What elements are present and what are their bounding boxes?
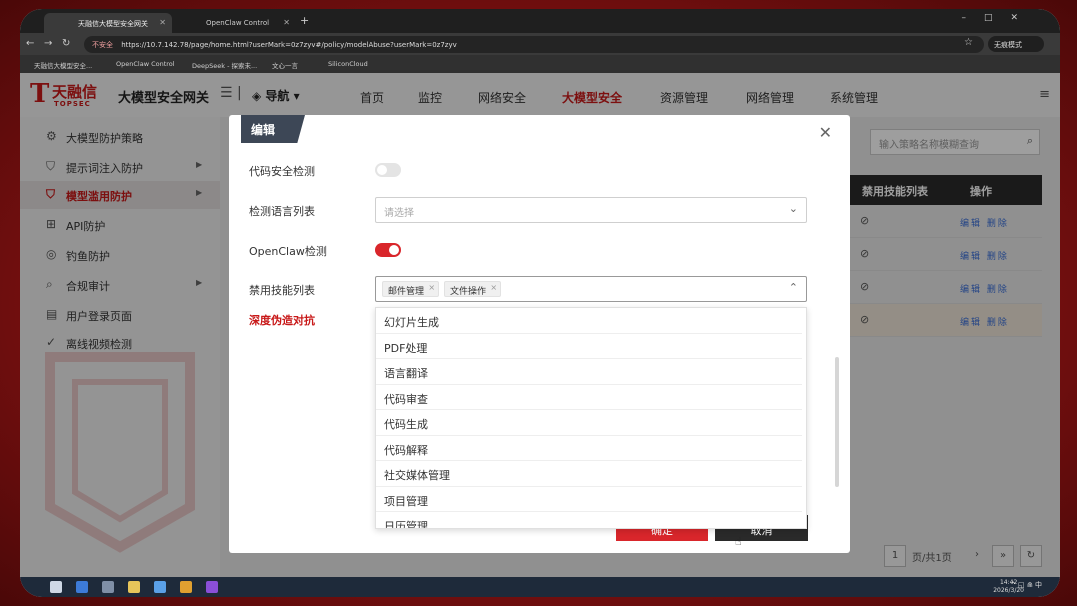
bookmarks-bar: 天融信大模型安全... OpenClaw Control DeepSeek - … — [20, 55, 1060, 73]
url-text: https://10.7.142.78/page/home.html?userM… — [121, 41, 457, 49]
banned-skills-select[interactable]: 邮件管理 × 文件操作 × ⌃ — [375, 276, 807, 302]
clock[interactable]: 14:42 2026/3/20 — [993, 579, 1024, 595]
start-icon[interactable] — [50, 581, 62, 593]
back-icon[interactable]: ← — [26, 38, 34, 49]
toggle-knob — [389, 245, 399, 255]
address-bar-row: ← → ↻ 不安全 https://10.7.142.78/page/home.… — [20, 33, 1060, 55]
chevron-down-icon: ⌄ — [788, 202, 798, 215]
browser-tab-openclaw[interactable]: OpenClaw Control ✕ — [172, 13, 296, 33]
detect-lang-label: 检测语言列表 — [249, 205, 315, 218]
insecure-badge[interactable]: 不安全 — [92, 41, 113, 49]
mouse-cursor-icon: ☝ — [735, 535, 742, 548]
tab-title: OpenClaw Control — [206, 19, 270, 27]
openclaw-label: OpenClaw检测 — [249, 245, 327, 258]
bookmark-star-icon[interactable]: ☆ — [964, 37, 973, 48]
reload-icon[interactable]: ↻ — [62, 38, 70, 49]
bookmark-item[interactable]: DeepSeek - 探索未... — [192, 60, 257, 70]
chrome-icon[interactable] — [180, 581, 192, 593]
app-icon[interactable] — [154, 581, 166, 593]
select-placeholder: 请选择 — [384, 208, 414, 219]
dialog-scrollbar[interactable] — [835, 357, 839, 487]
close-tab-icon[interactable]: ✕ — [159, 18, 166, 27]
app-icon[interactable] — [76, 581, 88, 593]
banned-skills-label: 禁用技能列表 — [249, 284, 315, 297]
monitor-screen: 天融信大模型安全网关 ✕ OpenClaw Control ✕ + –□✕ ← … — [20, 9, 1060, 597]
selected-tag: 邮件管理 × — [382, 281, 440, 297]
dropdown-option[interactable]: PDF处理 — [376, 334, 802, 359]
incognito-badge[interactable]: 无痕模式 — [988, 36, 1044, 52]
code-security-label: 代码安全检测 — [249, 165, 315, 178]
bookmark-item[interactable]: OpenClaw Control — [116, 60, 175, 68]
clock-time: 14:42 — [999, 579, 1018, 586]
folder-icon[interactable] — [128, 581, 140, 593]
deepfake-label: 深度伪造对抗 — [249, 314, 315, 327]
tab-title: 天融信大模型安全网关 — [78, 20, 148, 28]
toggle-knob — [377, 165, 387, 175]
app-icon[interactable] — [206, 581, 218, 593]
close-tab-icon[interactable]: ✕ — [283, 18, 290, 27]
code-security-toggle[interactable] — [375, 163, 401, 177]
browser-tab-active[interactable]: 天融信大模型安全网关 ✕ — [44, 13, 172, 33]
tag-label: 文件操作 — [450, 287, 487, 297]
tag-remove-icon[interactable]: × — [428, 283, 435, 292]
app-icon[interactable] — [102, 581, 114, 593]
banned-skills-dropdown: 幻灯片生成 PDF处理 语言翻译 代码审查 代码生成 代码解释 社交媒体管理 项… — [375, 307, 807, 529]
tag-remove-icon[interactable]: × — [490, 283, 497, 292]
bookmark-item[interactable]: 天融信大模型安全... — [34, 60, 92, 70]
incognito-label: 无痕模式 — [994, 41, 1022, 49]
chevron-up-icon: ⌃ — [788, 281, 798, 294]
window-controls[interactable]: –□✕ — [961, 13, 1036, 23]
dropdown-option[interactable]: 代码审查 — [376, 385, 802, 410]
dropdown-option[interactable]: 代码生成 — [376, 410, 802, 436]
bookmark-item[interactable]: SiliconCloud — [328, 60, 368, 68]
url-field[interactable]: 不安全 https://10.7.142.78/page/home.html?u… — [84, 36, 984, 53]
forward-icon[interactable]: → — [44, 38, 52, 49]
openclaw-toggle[interactable] — [375, 243, 401, 257]
dropdown-option[interactable]: 语言翻译 — [376, 359, 802, 385]
dropdown-option[interactable]: 日历管理 — [376, 512, 802, 528]
bookmark-item[interactable]: 文心一言 — [272, 60, 298, 70]
detect-lang-select[interactable]: 请选择 ⌄ — [375, 197, 807, 223]
tag-label: 邮件管理 — [388, 287, 425, 297]
close-icon[interactable]: ✕ — [819, 123, 832, 142]
edit-dialog: 编辑 ✕ 代码安全检测 检测语言列表 请选择 ⌄ OpenClaw检测 禁用技能… — [229, 115, 850, 553]
selected-tag: 文件操作 × — [444, 281, 502, 297]
photo-frame: 天融信大模型安全网关 ✕ OpenClaw Control ✕ + –□✕ ← … — [0, 0, 1077, 606]
dropdown-option[interactable]: 社交媒体管理 — [376, 461, 802, 487]
browser-tab-bar: 天融信大模型安全网关 ✕ OpenClaw Control ✕ + –□✕ — [20, 9, 1060, 33]
dialog-title: 编辑 — [241, 115, 305, 143]
dropdown-option[interactable]: 项目管理 — [376, 487, 802, 512]
dropdown-option[interactable]: 代码解释 — [376, 436, 802, 461]
dropdown-option[interactable]: 幻灯片生成 — [376, 308, 802, 334]
os-taskbar: ^ ◱ ⋒ 中 14:42 2026/3/20 — [20, 577, 1060, 597]
clock-date: 2026/3/20 — [993, 587, 1024, 594]
new-tab-button[interactable]: + — [300, 14, 309, 27]
